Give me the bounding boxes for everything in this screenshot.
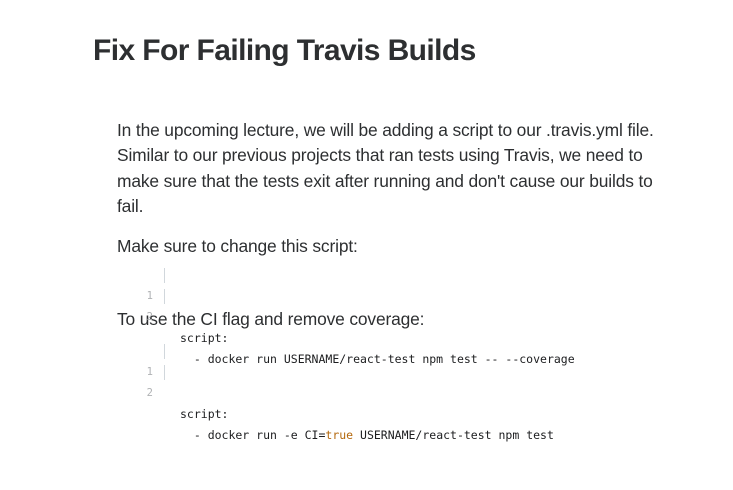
gutter-divider <box>164 268 165 284</box>
line-number: 2 <box>146 311 153 324</box>
code-prefix: - docker run -e CI= <box>180 427 326 442</box>
line-number: 2 <box>146 386 153 399</box>
gutter-divider <box>164 364 165 380</box>
code-block-original: 1 script: 2 - docker run USERNAME/react-… <box>117 265 662 366</box>
lecture-content: In the upcoming lecture, we will be addi… <box>117 118 662 442</box>
gutter-divider <box>164 343 165 359</box>
code-suffix: USERNAME/react-test npm test <box>353 427 554 442</box>
code-keyword-true: true <box>325 427 354 442</box>
code-line: 2 - docker run -e CI=true USERNAME/react… <box>117 362 662 442</box>
code-line: 1 script: <box>117 265 662 345</box>
code-block-ci: 1 script: 2 - docker run -e CI=true USER… <box>117 341 662 442</box>
gutter-divider <box>164 289 165 305</box>
change-script-label: Make sure to change this script: <box>117 236 358 257</box>
code-line: 1 script: <box>117 341 662 421</box>
page-title: Fix For Failing Travis Builds <box>93 34 476 67</box>
code-text: script: <box>180 406 229 421</box>
intro-paragraph: In the upcoming lecture, we will be addi… <box>117 120 654 216</box>
code-line: 2 - docker run USERNAME/react-test npm t… <box>117 286 662 366</box>
code-text: - docker run -e CI=true USERNAME/react-t… <box>180 425 554 446</box>
